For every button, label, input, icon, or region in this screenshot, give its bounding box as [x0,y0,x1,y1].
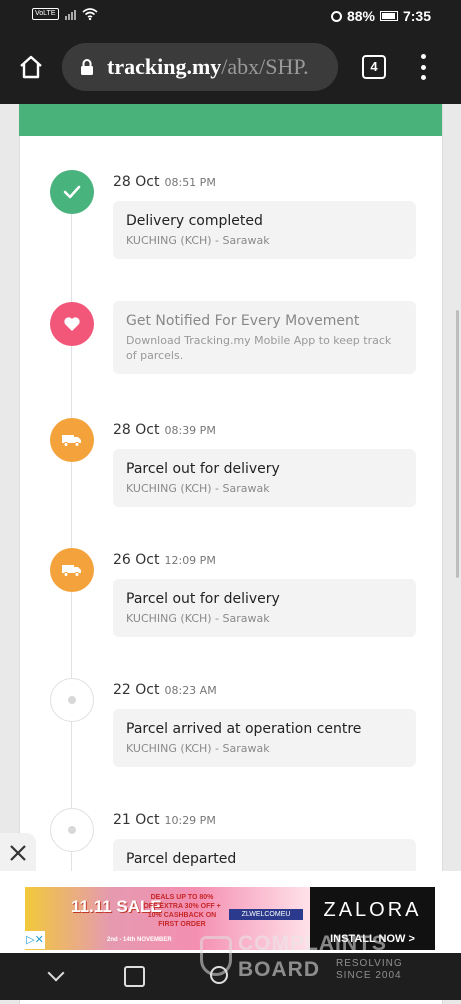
status-bar: VoLTE 88% 7:35 [0,0,461,32]
more-menu-icon[interactable] [420,54,426,80]
status-right: 88% 7:35 [330,8,431,24]
watermark-line1: COMPLAINTS [238,932,387,955]
signal-icon [64,8,76,20]
tab-switcher-button[interactable]: 4 [362,55,386,79]
event-date: 21 Oct 10:29 PM [113,812,216,828]
ad-dates: 2nd - 14th NOVEMBER [107,937,172,943]
back-icon[interactable] [47,964,65,982]
ad-promo-code: ZLWELCOMEU [229,909,303,920]
event-time: 12:09 PM [164,554,216,567]
watermark-tag2: SINCE 2004 [336,970,402,981]
ad-deal-text: DEALS UP TO 80% OFF EXTRA 30% OFF + 10% … [143,894,221,928]
event-status: Delivery completed [126,213,263,229]
home-button-icon[interactable] [124,966,145,987]
clock: 7:35 [402,8,431,24]
check-icon [50,170,94,214]
event-location: KUCHING (KCH) - Sarawak [126,612,270,625]
battery-icon [379,11,398,21]
event-date: 26 Oct 12:09 PM [113,552,216,568]
ad-brand-name: ZALORA [323,899,422,921]
event-status: Parcel out for delivery [126,461,280,477]
wifi-icon [81,8,98,20]
adchoices-icon[interactable]: ▷✕ [25,931,45,949]
promo-description: Download Tracking.my Mobile App to keep … [126,334,392,362]
truck-icon [50,418,94,462]
close-icon [10,845,26,861]
alarm-icon [330,10,342,22]
event-details: Delivery completed KUCHING (KCH) - Saraw… [113,201,416,259]
watermark-logo: COMPLAINTS BOARD RESOLVING SINCE 2004 [200,928,440,988]
event-time: 08:23 AM [164,684,217,697]
shield-icon [200,936,232,976]
event-status: Parcel arrived at operation centre [126,721,362,737]
truck-icon [50,548,94,592]
promo-title: Get Notified For Every Movement [126,313,360,329]
url-path: /abx/SHP. [221,54,309,79]
browser-toolbar: tracking.my/abx/SHP. 4 [0,32,461,104]
event-details: Parcel out for delivery KUCHING (KCH) - … [113,579,416,637]
page-scrollbar[interactable] [456,310,459,578]
event-time: 08:51 PM [164,176,216,189]
watermark-tag1: RESOLVING [336,958,403,969]
watermark-line2: BOARD [238,958,320,981]
event-details: Parcel out for delivery KUCHING (KCH) - … [113,449,416,507]
event-time: 10:29 PM [164,814,216,827]
event-location: KUCHING (KCH) - Sarawak [126,234,270,247]
event-status: Parcel out for delivery [126,591,280,607]
event-location: KUCHING (KCH) - Sarawak [126,482,270,495]
event-details: Parcel arrived at operation centre KUCHI… [113,709,416,767]
event-date: 28 Oct 08:39 PM [113,422,216,438]
event-location: KUCHING (KCH) - Sarawak [126,742,270,755]
volte-badge: VoLTE [32,8,59,20]
url-text[interactable]: tracking.my/abx/SHP. [107,54,309,80]
timeline-line [71,180,72,880]
dot-icon [50,808,94,852]
home-icon[interactable] [18,54,44,80]
battery-percent: 88% [346,8,375,24]
lock-icon [81,59,93,75]
event-time: 08:39 PM [164,424,216,437]
event-date: 28 Oct 08:51 PM [113,174,216,190]
heart-icon [50,302,94,346]
app-promo-box[interactable]: Get Notified For Every Movement Download… [113,301,416,374]
url-host: tracking.my [107,54,222,79]
tracking-header-bar [19,104,442,136]
close-ad-button[interactable] [0,833,36,871]
address-bar[interactable]: tracking.my/abx/SHP. [62,43,338,91]
event-status: Parcel departed [126,851,237,867]
event-date: 22 Oct 08:23 AM [113,682,217,698]
dot-icon [50,678,94,722]
status-left: VoLTE [32,8,98,20]
